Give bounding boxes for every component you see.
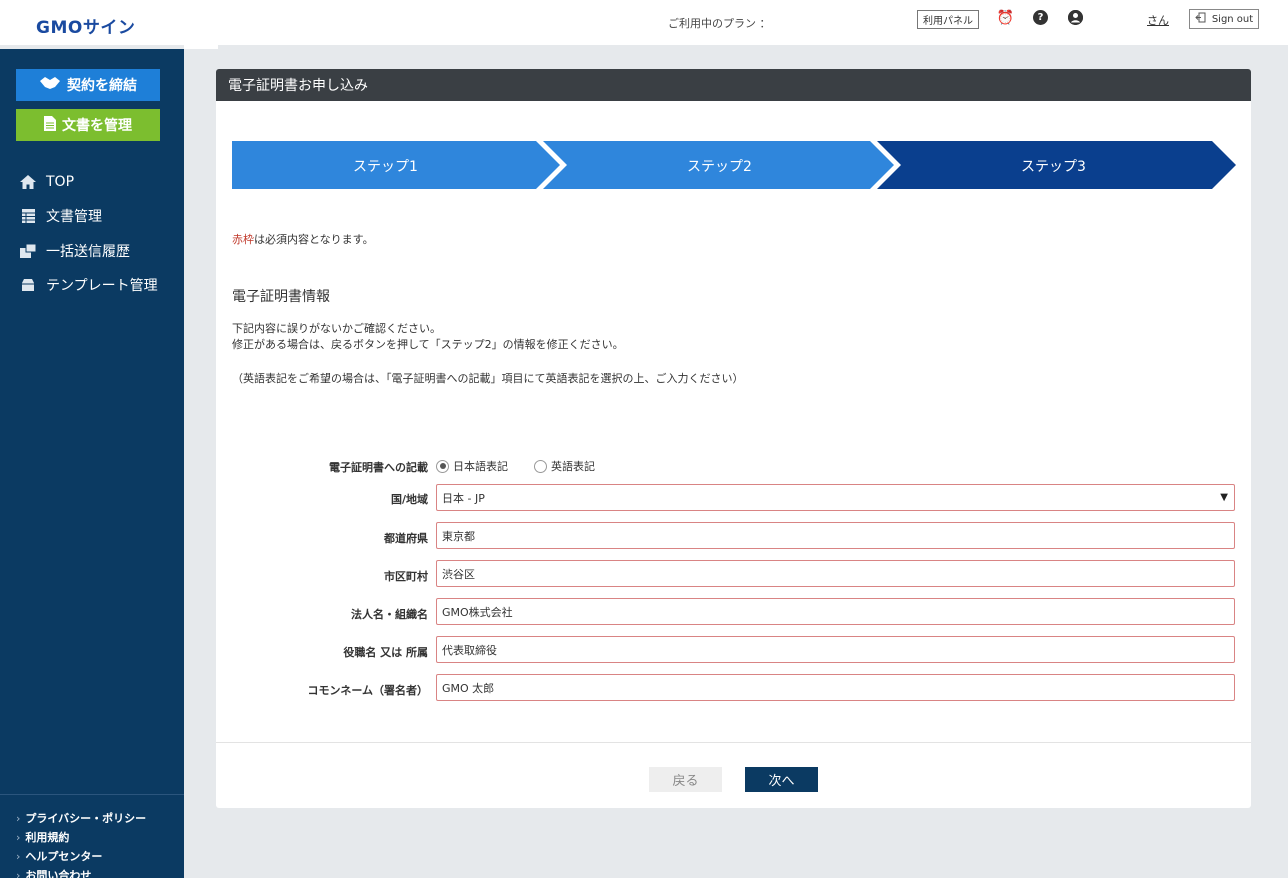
back-button[interactable]: 戻る xyxy=(649,767,722,792)
notation-radio-group: 日本語表記 英語表記 xyxy=(436,458,595,474)
manage-documents-button[interactable]: 文書を管理 xyxy=(16,109,160,141)
description-line: 修正がある場合は、戻るボタンを押して「ステップ2」の情報を修正ください。 xyxy=(232,338,624,351)
next-button[interactable]: 次へ xyxy=(745,767,818,792)
current-plan-label: ご利用中のプラン ： xyxy=(668,17,771,30)
privacy-policy-link[interactable]: › プライバシー・ポリシー xyxy=(16,810,146,826)
certificate-application-panel: 電子証明書お申し込み ステップ1 ステップ2 ステップ3 赤枠は必須内容となりま… xyxy=(216,69,1251,808)
caret-down-icon: ▼ xyxy=(1220,492,1228,503)
chevron-right-icon: › xyxy=(16,831,21,844)
header-logo-band xyxy=(184,45,218,49)
step-1-label: ステップ1 xyxy=(353,159,418,175)
help-center-link[interactable]: › ヘルプセンター xyxy=(16,848,102,864)
position-input[interactable]: 代表取締役 xyxy=(436,636,1235,663)
top-header: GMOサイン ご利用中のプラン ： 利用パネル ⏰ ? さん Sign out xyxy=(0,0,1288,45)
gmo-sign-logo[interactable]: GMOサイン xyxy=(36,13,135,38)
prefecture-input[interactable]: 東京都 xyxy=(436,522,1235,549)
city-input[interactable]: 渋谷区 xyxy=(436,560,1235,587)
sidebar-divider xyxy=(0,794,184,795)
radio-english[interactable] xyxy=(534,459,547,473)
required-note-text: は必須内容となります。 xyxy=(254,233,374,246)
section-title: 電子証明書情報 xyxy=(232,289,330,305)
step-3-label: ステップ3 xyxy=(1021,159,1086,175)
user-account-icon[interactable] xyxy=(1068,10,1083,25)
sign-out-button[interactable]: Sign out xyxy=(1189,9,1259,29)
common-name-label: コモンネーム（署名者） xyxy=(307,684,428,697)
radio-japanese-label[interactable]: 日本語表記 xyxy=(453,458,508,474)
country-label: 国/地域 xyxy=(390,493,428,506)
alarm-clock-icon[interactable]: ⏰ xyxy=(997,10,1014,26)
required-note-highlight: 赤枠 xyxy=(232,233,254,246)
template-icon xyxy=(20,277,36,293)
description-line: （英語表記をご希望の場合は、「電子証明書への記載」項目にて英語表記を選択の上、ご… xyxy=(232,372,744,385)
country-select[interactable]: 日本 - JP ▼ xyxy=(436,484,1235,511)
notation-label: 電子証明書への記載 xyxy=(329,461,428,474)
country-value: 日本 - JP xyxy=(442,491,485,505)
home-icon xyxy=(20,174,36,190)
sign-contract-button[interactable]: 契約を締結 xyxy=(16,69,160,101)
document-icon xyxy=(44,115,56,135)
terms-of-use-link[interactable]: › 利用規約 xyxy=(16,829,69,845)
sidebar-item-label: 文書管理 xyxy=(46,209,102,225)
required-fields-note: 赤枠は必須内容となります。 xyxy=(232,231,374,247)
step-2-label: ステップ2 xyxy=(687,159,752,175)
chevron-right-icon: › xyxy=(16,812,21,825)
radio-japanese[interactable] xyxy=(436,459,449,473)
send-history-icon xyxy=(20,243,36,259)
footer-link-label: 利用規約 xyxy=(25,831,70,844)
position-label: 役職名 又は 所属 xyxy=(343,646,428,659)
contact-link[interactable]: › お問い合わせ xyxy=(16,867,91,878)
chevron-right-icon: › xyxy=(16,869,21,878)
sign-out-label: Sign out xyxy=(1211,13,1254,25)
usage-panel-button[interactable]: 利用パネル xyxy=(917,10,979,29)
footer-link-label: お問い合わせ xyxy=(25,869,92,878)
panel-divider xyxy=(216,742,1251,743)
chevron-right-icon: › xyxy=(16,850,21,863)
footer-link-label: プライバシー・ポリシー xyxy=(25,812,147,825)
organization-label: 法人名・組織名 xyxy=(351,608,428,621)
sidebar-item-label: テンプレート管理 xyxy=(46,278,158,294)
prefecture-label: 都道府県 xyxy=(384,532,428,545)
user-name-link[interactable]: さん xyxy=(1147,12,1169,28)
footer-link-label: ヘルプセンター xyxy=(25,850,103,863)
city-label: 市区町村 xyxy=(384,570,428,583)
step-progress: ステップ1 ステップ2 ステップ3 xyxy=(232,141,1236,189)
radio-english-label[interactable]: 英語表記 xyxy=(551,458,595,474)
page-title: 電子証明書お申し込み xyxy=(216,69,1251,101)
sidebar-item-top[interactable]: TOP xyxy=(20,171,74,193)
sidebar-item-label: 一括送信履歴 xyxy=(46,244,130,260)
sidebar-item-label: TOP xyxy=(46,174,75,190)
sidebar-item-templates[interactable]: テンプレート管理 xyxy=(20,274,158,296)
sidebar-item-documents[interactable]: 文書管理 xyxy=(20,205,102,227)
common-name-input[interactable]: GMO 太郎 xyxy=(436,674,1235,701)
sidebar: 契約を締結 文書を管理 TOP 文書管理 一括送信履歴 テンプレート管理 › プラ… xyxy=(0,49,184,878)
table-icon xyxy=(20,208,36,224)
sidebar-item-bulk-send-history[interactable]: 一括送信履歴 xyxy=(20,240,130,262)
manage-documents-label: 文書を管理 xyxy=(62,118,132,134)
sign-out-icon xyxy=(1195,12,1206,26)
sign-contract-label: 契約を締結 xyxy=(67,78,137,94)
help-icon[interactable]: ? xyxy=(1033,10,1048,25)
organization-input[interactable]: GMO株式会社 xyxy=(436,598,1235,625)
description-line: 下記内容に誤りがないかご確認ください。 xyxy=(232,322,441,335)
handshake-icon xyxy=(39,75,61,95)
